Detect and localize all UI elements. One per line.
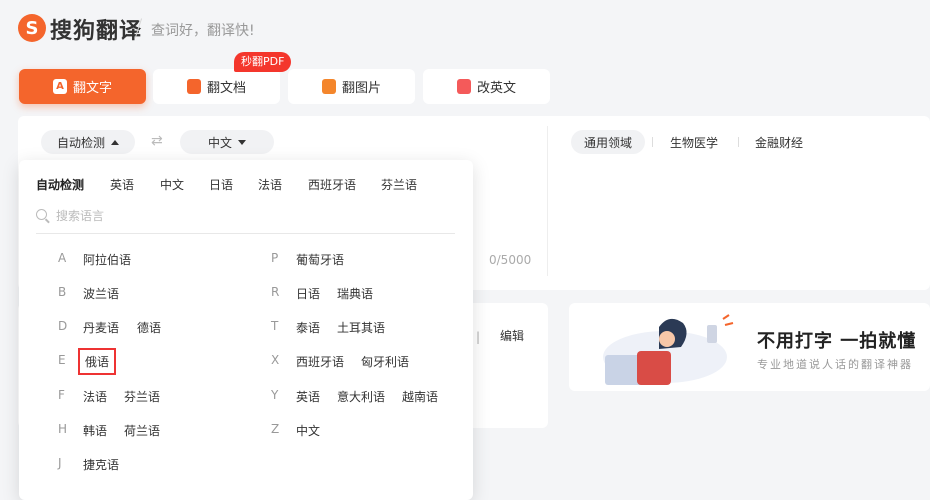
lang-option[interactable]: 越南语 xyxy=(402,388,438,405)
person-with-laptop-illustration-icon xyxy=(603,314,734,385)
lang-option[interactable]: 日语 xyxy=(296,285,320,302)
domain-divider xyxy=(652,137,653,147)
lang-option[interactable]: 捷克语 xyxy=(83,456,119,473)
lang-option[interactable]: 意大利语 xyxy=(337,388,385,405)
caret-up-icon xyxy=(111,139,119,145)
quick-lang-chinese[interactable]: 中文 xyxy=(160,176,184,193)
letter-j: J xyxy=(58,456,62,470)
panel-divider xyxy=(547,126,548,276)
tab-translate-text[interactable]: A 翻文字 xyxy=(19,69,146,104)
lang-option[interactable]: 韩语 xyxy=(83,422,107,439)
letter-f: F xyxy=(58,388,65,402)
text-icon: A xyxy=(52,79,67,94)
lang-option[interactable]: 土耳其语 xyxy=(337,319,385,336)
promo-banner[interactable]: 不用打字 一拍就懂 专业地道说人话的翻译神器 xyxy=(569,303,930,391)
lang-option[interactable]: 中文 xyxy=(296,422,320,439)
promo-subtitle: 专业地道说人话的翻译神器 xyxy=(757,358,913,371)
letter-e: E xyxy=(58,353,66,367)
letter-r: R xyxy=(271,285,280,299)
quick-lang-english[interactable]: 英语 xyxy=(110,176,134,193)
search-icon xyxy=(36,209,47,220)
language-dropdown: 自动检测 英语 中文 日语 法语 西班牙语 芬兰语 A 阿拉伯语 B 波兰语 D… xyxy=(19,160,473,500)
domain-biomedical[interactable]: 生物医学 xyxy=(657,130,731,154)
tab-label: 翻图片 xyxy=(341,81,381,96)
quick-lang-japanese[interactable]: 日语 xyxy=(209,176,233,193)
tab-translate-document[interactable]: 翻文档 xyxy=(153,69,280,104)
letter-d: D xyxy=(58,319,68,333)
letter-z: Z xyxy=(271,422,280,436)
char-counter: 0/5000 xyxy=(489,253,532,267)
tab-polish-english[interactable]: 改英文 xyxy=(423,69,550,104)
lang-option[interactable]: 波兰语 xyxy=(83,285,119,302)
letter-h: H xyxy=(58,422,68,436)
lang-option[interactable]: 瑞典语 xyxy=(337,285,373,302)
quick-lang-french[interactable]: 法语 xyxy=(258,176,282,193)
lang-option[interactable]: 泰语 xyxy=(296,319,320,336)
lang-option[interactable]: 阿拉伯语 xyxy=(83,251,131,268)
domain-divider xyxy=(738,137,739,147)
tab-label: 翻文字 xyxy=(72,81,112,96)
lang-option[interactable]: 葡萄牙语 xyxy=(296,251,344,268)
lang-option[interactable]: 德语 xyxy=(137,319,161,336)
letter-b: B xyxy=(58,285,67,299)
source-language-select[interactable]: 自动检测 xyxy=(41,130,135,154)
sogou-logo-icon[interactable]: S xyxy=(18,14,46,42)
letter-y: Y xyxy=(271,388,279,402)
source-language-label: 自动检测 xyxy=(56,135,105,150)
tab-translate-image[interactable]: 翻图片 xyxy=(288,69,415,104)
tab-label: 改英文 xyxy=(476,81,516,96)
letter-t: T xyxy=(271,319,279,333)
letter-p: P xyxy=(271,251,279,265)
domain-finance[interactable]: 金融财经 xyxy=(742,130,816,154)
image-icon xyxy=(321,79,336,94)
quick-lang-finnish[interactable]: 芬兰语 xyxy=(381,176,417,193)
domain-general[interactable]: 通用领域 xyxy=(571,130,646,154)
toolbar-separator: | xyxy=(476,330,481,344)
letter-x: X xyxy=(271,353,280,367)
language-search xyxy=(36,206,455,234)
swap-languages-icon[interactable]: ⇄ xyxy=(151,133,163,149)
slogan: 查词好，翻译快! xyxy=(151,23,255,39)
quick-lang-spanish[interactable]: 西班牙语 xyxy=(308,176,356,193)
quick-lang-auto[interactable]: 自动检测 xyxy=(36,176,84,193)
lang-option[interactable]: 西班牙语 xyxy=(296,353,344,370)
promo-title: 不用打字 一拍就懂 xyxy=(757,331,917,352)
lang-option-selected[interactable]: 俄语 xyxy=(77,348,117,375)
tab-label: 翻文档 xyxy=(206,81,246,96)
target-language-select[interactable]: 中文 xyxy=(180,130,274,154)
target-language-label: 中文 xyxy=(207,135,232,150)
lang-option[interactable]: 法语 xyxy=(83,388,107,405)
letter-a: A xyxy=(58,251,67,265)
caret-down-icon xyxy=(238,139,246,145)
edit-button[interactable]: 编辑 xyxy=(500,327,524,344)
pdf-badge: 秒翻PDF xyxy=(234,52,292,72)
lang-option[interactable]: 芬兰语 xyxy=(124,388,160,405)
lang-option[interactable]: 匈牙利语 xyxy=(361,353,409,370)
lang-option[interactable]: 荷兰语 xyxy=(124,422,160,439)
edit-check-icon xyxy=(456,79,471,94)
lang-option[interactable]: 丹麦语 xyxy=(83,319,119,336)
language-search-input[interactable] xyxy=(56,206,436,226)
document-icon xyxy=(186,79,201,94)
lang-option[interactable]: 英语 xyxy=(296,388,320,405)
brand-name[interactable]: 搜狗翻译 xyxy=(50,13,142,45)
